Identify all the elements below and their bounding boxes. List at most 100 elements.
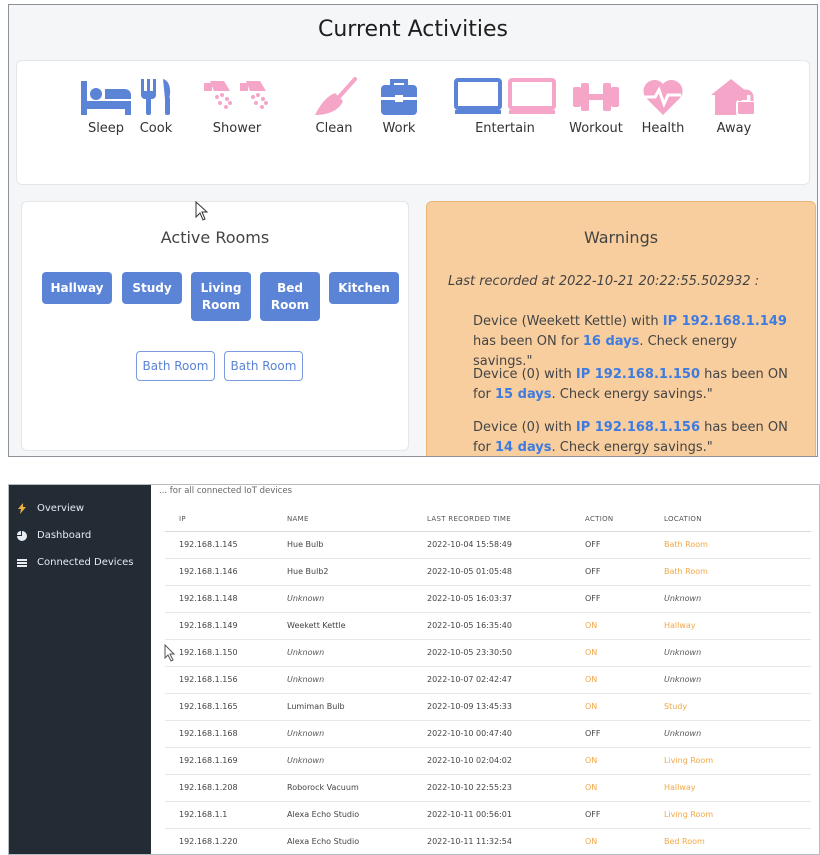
cell-action: OFF — [585, 585, 664, 613]
table-caption: ... for all connected IoT devices — [159, 486, 292, 496]
cell-last-recorded-time: 2022-10-07 02:42:47 — [427, 666, 585, 694]
cell-location: Unknown — [664, 666, 811, 694]
cell-ip: 192.168.1.156 — [165, 666, 287, 694]
activity-shower[interactable]: Shower — [202, 77, 272, 136]
room-button-study[interactable]: Study — [122, 272, 182, 304]
activity-away[interactable]: Away — [709, 77, 759, 136]
sidebar-item-dashboard[interactable]: Dashboard — [17, 530, 91, 541]
cell-action: OFF — [585, 558, 664, 586]
cell-action: ON — [585, 828, 664, 854]
column-header-action[interactable]: ACTION — [585, 507, 664, 532]
room-button-bath-room[interactable]: Bath Room — [224, 351, 303, 381]
active-rooms-card: Active Rooms Hallway Study Living Room B… — [21, 201, 409, 451]
activity-label: Health — [641, 121, 685, 136]
cell-name: Roborock Vacuum — [287, 774, 427, 802]
table-header-row: IP NAME LAST RECORDED TIME ACTION LOCATI… — [165, 507, 811, 532]
warnings-title: Warnings — [583, 228, 659, 247]
activity-entertain[interactable]: Entertain — [453, 77, 557, 136]
warning-item: Device (0) with IP 192.168.1.156 has bee… — [473, 420, 788, 455]
column-header-location[interactable]: LOCATION — [664, 507, 811, 532]
table-row[interactable]: 192.168.1.169 Unknown 2022-10-10 02:04:02 O… — [165, 747, 811, 775]
cell-action: ON — [585, 639, 664, 667]
warnings-timestamp: Last recorded at 2022-10-21 20:22:55.502… — [448, 274, 760, 289]
cell-last-recorded-time: 2022-10-10 22:55:23 — [427, 774, 585, 802]
activity-work[interactable]: Work — [379, 77, 419, 136]
table-row[interactable]: 192.168.1.220 Alexa Echo Studio 2022-10-11… — [165, 828, 811, 854]
cell-last-recorded-time: 2022-10-09 13:45:33 — [427, 693, 585, 721]
table-row[interactable]: 192.168.1.168 Unknown 2022-10-10 00:47:40 O… — [165, 720, 811, 748]
sidebar-item-connected-devices[interactable]: Connected Devices — [17, 557, 133, 568]
sidebar-item-overview[interactable]: Overview — [17, 503, 84, 514]
cell-name: Lumiman Bulb — [287, 693, 427, 721]
sidebar-item-label: Dashboard — [37, 530, 92, 541]
room-button-bath-room[interactable]: Bath Room — [136, 351, 215, 381]
column-header-ip[interactable]: IP — [165, 507, 287, 532]
column-header-last-recorded-time[interactable]: LAST RECORDED TIME — [427, 507, 585, 532]
cell-location: Hallway — [664, 774, 811, 802]
table-row[interactable]: 192.168.1.148 Unknown 2022-10-05 16:03:37 O… — [165, 585, 811, 613]
activity-health[interactable]: Health — [641, 77, 685, 136]
briefcase-icon — [381, 79, 417, 115]
cell-action: OFF — [585, 720, 664, 748]
cell-location: Study — [664, 693, 811, 721]
cell-last-recorded-time: 2022-10-11 11:32:54 — [427, 828, 585, 854]
cell-last-recorded-time: 2022-10-05 16:03:37 — [427, 585, 585, 613]
cell-ip: 192.168.1.220 — [165, 828, 287, 854]
activity-sleep[interactable]: Sleep — [79, 77, 133, 136]
table-row[interactable]: 192.168.1.150 Unknown 2022-10-05 23:30:50 O… — [165, 639, 811, 667]
bottom-panel: Overview Dashboard Connected Devices ...… — [8, 484, 820, 855]
cell-last-recorded-time: 2022-10-10 02:04:02 — [427, 747, 585, 775]
dumbbell-icon — [573, 83, 619, 111]
activity-label: Work — [382, 121, 416, 136]
cell-action: OFF — [585, 531, 664, 559]
activity-cook[interactable]: Cook — [137, 77, 175, 136]
heart-pulse-icon — [643, 79, 683, 115]
cell-ip: 192.168.1.149 — [165, 612, 287, 640]
mouse-cursor-icon — [164, 644, 176, 662]
page-title: Current Activities — [318, 17, 508, 42]
room-button-hallway[interactable]: Hallway — [42, 272, 112, 304]
cell-ip: 192.168.1.169 — [165, 747, 287, 775]
sidebar-item-label: Connected Devices — [37, 557, 134, 568]
cell-action: OFF — [585, 801, 664, 829]
devices-table: IP NAME LAST RECORDED TIME ACTION LOCATI… — [165, 507, 811, 854]
room-button-living-room[interactable]: Living Room — [191, 272, 251, 321]
cell-location: Bath Room — [664, 558, 811, 586]
cell-last-recorded-time: 2022-10-05 01:05:48 — [427, 558, 585, 586]
warning-item: Device (Weekett Kettle) with IP 192.168.… — [473, 314, 787, 369]
cell-last-recorded-time: 2022-10-11 00:56:01 — [427, 801, 585, 829]
table-row[interactable]: 192.168.1.208 Roborock Vacuum 2022-10-10 2… — [165, 774, 811, 802]
activity-label: Entertain — [475, 121, 535, 136]
broom-icon — [315, 77, 357, 115]
pie-chart-icon — [17, 530, 27, 541]
cell-action: ON — [585, 693, 664, 721]
cell-name: Alexa Echo Studio — [287, 828, 427, 854]
room-button-kitchen[interactable]: Kitchen — [329, 272, 399, 304]
activity-label: Shower — [212, 121, 262, 136]
table-row[interactable]: 192.168.1.156 Unknown 2022-10-07 02:42:47 O… — [165, 666, 811, 694]
sidebar: Overview Dashboard Connected Devices — [9, 485, 151, 854]
table-row[interactable]: 192.168.1.165 Lumiman Bulb 2022-10-09 13:4… — [165, 693, 811, 721]
mouse-cursor-icon — [195, 201, 209, 221]
cell-location: Unknown — [664, 585, 811, 613]
table-row[interactable]: 192.168.1.146 Hue Bulb2 2022-10-05 01:05:4… — [165, 558, 811, 586]
activity-label: Sleep — [87, 121, 125, 136]
cell-last-recorded-time: 2022-10-05 16:35:40 — [427, 612, 585, 640]
column-header-name[interactable]: NAME — [287, 507, 427, 532]
activity-clean[interactable]: Clean — [311, 77, 357, 136]
table-row[interactable]: 192.168.1.149 Weekett Kettle 2022-10-05 16… — [165, 612, 811, 640]
cell-action: ON — [585, 774, 664, 802]
cell-name: Hue Bulb2 — [287, 558, 427, 586]
table-row[interactable]: 192.168.1.1 Alexa Echo Studio 2022-10-11 0… — [165, 801, 811, 829]
cell-name: Unknown — [287, 585, 427, 613]
cell-action: ON — [585, 612, 664, 640]
cell-ip: 192.168.1.1 — [165, 801, 287, 829]
cell-ip: 192.168.1.148 — [165, 585, 287, 613]
cell-ip: 192.168.1.168 — [165, 720, 287, 748]
table-row[interactable]: 192.168.1.145 Hue Bulb 2022-10-04 15:58:49… — [165, 531, 811, 559]
cell-name: Weekett Kettle — [287, 612, 427, 640]
cell-name: Alexa Echo Studio — [287, 801, 427, 829]
monitor-icon — [454, 78, 556, 114]
room-button-bed-room[interactable]: Bed Room — [260, 272, 320, 321]
activity-workout[interactable]: Workout — [569, 77, 623, 136]
